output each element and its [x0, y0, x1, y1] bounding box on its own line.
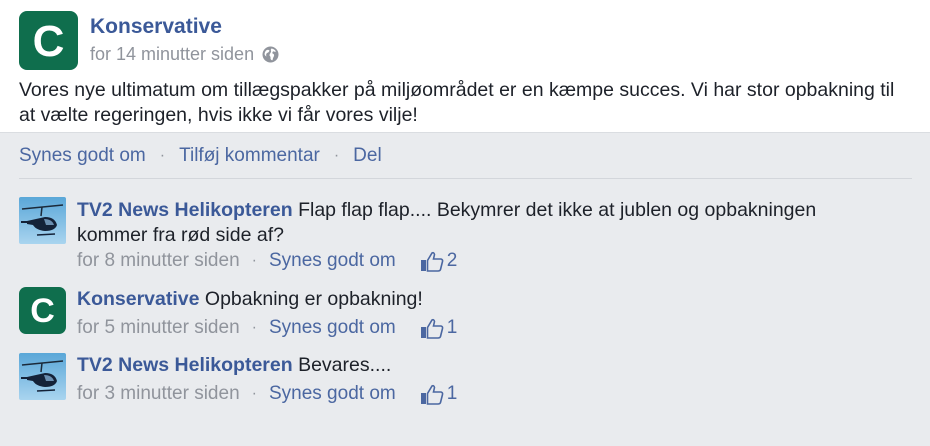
konservative-avatar[interactable]: C	[19, 11, 78, 70]
post-card: C Konservative for 14 minutter siden Vor…	[0, 0, 930, 133]
post-time[interactable]: for 14 minutter siden	[90, 44, 254, 65]
comment-author[interactable]: TV2 News Helikopteren	[77, 199, 293, 221]
like-count: 1	[446, 383, 458, 404]
comment-body: TV2 News Helikopteren Flap flap flap....…	[77, 198, 877, 248]
comment-author[interactable]: Konservative	[77, 288, 199, 310]
thumbs-up-icon	[420, 251, 444, 272]
separator: ·	[159, 147, 166, 164]
helicopter-avatar[interactable]	[19, 197, 66, 244]
add-comment-link[interactable]: Tilføj kommentar	[179, 145, 320, 167]
comment-time[interactable]: for 3 minutter siden	[77, 383, 240, 405]
thumbs-up-icon	[420, 384, 444, 405]
comment-text: Opbakning er opbakning!	[204, 288, 423, 310]
comment-like-count[interactable]: 1	[420, 383, 458, 405]
like-count: 2	[446, 250, 458, 271]
helicopter-avatar[interactable]	[19, 353, 66, 400]
comment-like-link[interactable]: Synes godt om	[269, 250, 396, 272]
comment-meta: for 3 minutter siden · Synes godt om 1	[77, 383, 457, 405]
comment-meta: for 5 minutter siden · Synes godt om 1	[77, 317, 457, 339]
post-actions: Synes godt om · Tilføj kommentar · Del	[19, 145, 382, 167]
konservative-avatar[interactable]: C	[19, 287, 66, 334]
separator: ·	[251, 385, 257, 402]
comment-like-link[interactable]: Synes godt om	[269, 317, 396, 339]
comment-body: Konservative Opbakning er opbakning!	[77, 287, 877, 312]
share-link[interactable]: Del	[353, 145, 382, 167]
comment-body: TV2 News Helikopteren Bevares....	[77, 353, 877, 378]
comment-like-count[interactable]: 1	[420, 317, 458, 339]
like-link[interactable]: Synes godt om	[19, 145, 146, 167]
separator: ·	[251, 319, 257, 336]
divider	[19, 178, 912, 179]
thumbs-up-icon	[420, 318, 444, 339]
post-text: Vores nye ultimatum om tillægspakker på …	[19, 79, 895, 126]
comment-time[interactable]: for 8 minutter siden	[77, 250, 240, 272]
comment-text: Bevares....	[298, 354, 392, 376]
avatar-letter: C	[32, 16, 65, 66]
comment-time[interactable]: for 5 minutter siden	[77, 317, 240, 339]
globe-icon	[262, 46, 279, 63]
separator: ·	[251, 252, 257, 269]
avatar-letter: C	[30, 292, 55, 330]
comment-like-count[interactable]: 2	[420, 250, 458, 272]
post-author[interactable]: Konservative	[90, 15, 222, 39]
comment-like-link[interactable]: Synes godt om	[269, 383, 396, 405]
comment-author[interactable]: TV2 News Helikopteren	[77, 354, 293, 376]
like-count: 1	[446, 317, 458, 338]
comment-meta: for 8 minutter siden · Synes godt om 2	[77, 250, 457, 272]
post-meta: for 14 minutter siden	[90, 44, 279, 65]
separator: ·	[333, 147, 340, 164]
